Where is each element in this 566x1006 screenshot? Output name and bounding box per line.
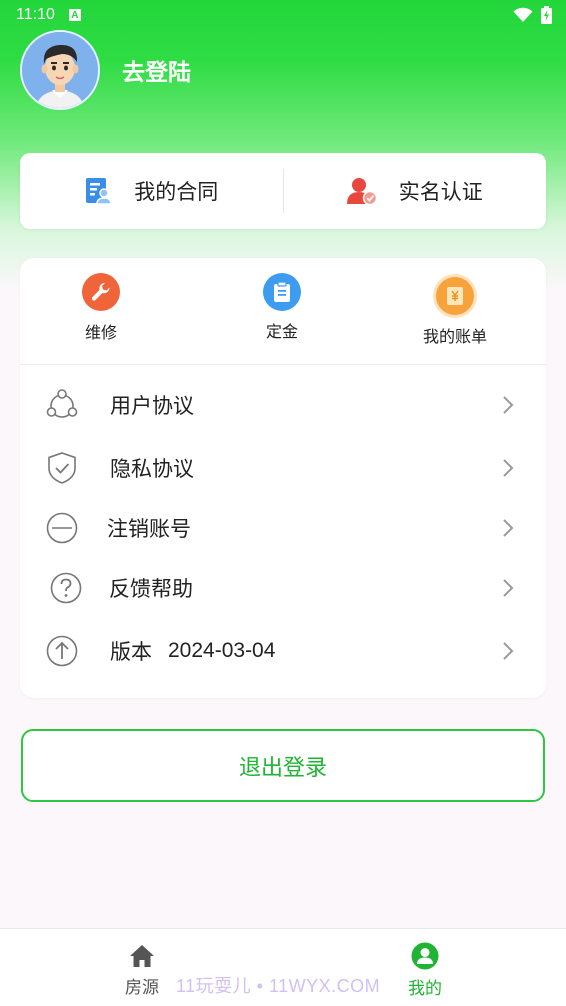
nav-label-mine: 我的 (408, 979, 442, 999)
chevron-right-icon (503, 579, 514, 597)
logout-button[interactable]: 退出登录 (21, 729, 545, 802)
avatar-illustration-icon (22, 32, 98, 108)
chevron-right-icon (503, 519, 514, 537)
repair-label: 维修 (84, 323, 117, 342)
menu-item-version[interactable]: 版本 2024-03-04 (20, 621, 546, 681)
menu-item-feedback-help[interactable]: 反馈帮助 (20, 558, 546, 618)
status-time: 11:10 (16, 6, 55, 23)
login-link[interactable]: 去登陆 (122, 53, 191, 87)
quick-actions-divider (20, 364, 546, 365)
version-value: 2024-03-04 (168, 639, 276, 662)
yen-bill-icon (436, 277, 474, 315)
user-circle-icon (411, 942, 439, 970)
notification-badge-icon: A (68, 9, 81, 21)
deposit-button[interactable]: 定金 (263, 273, 301, 342)
watermark: 11玩耍儿 • 11WYX.COM (176, 976, 381, 996)
nav-item-mine[interactable]: 我的 (385, 929, 465, 1006)
my-contract-button[interactable]: 我的合同 (20, 153, 283, 229)
shield-check-icon (44, 450, 80, 486)
nav-label-listings: 房源 (125, 978, 159, 998)
battery-icon (541, 6, 552, 24)
chevron-right-icon (503, 642, 514, 660)
avatar[interactable] (20, 30, 100, 110)
contract-icon (86, 178, 113, 205)
realname-auth-button[interactable]: 实名认证 (284, 153, 547, 229)
top-card: 我的合同 实名认证 (20, 153, 546, 229)
wifi-icon (513, 7, 533, 22)
privacy-agreement-label: 隐私协议 (110, 457, 194, 481)
user-verified-icon (346, 178, 377, 205)
wrench-icon (82, 273, 120, 311)
clipboard-icon (263, 273, 301, 311)
version-label: 版本 (110, 640, 152, 664)
deposit-label: 定金 (265, 322, 298, 341)
chevron-right-icon (503, 459, 514, 477)
status-bar: 11:10 A (0, 0, 566, 30)
my-bill-label: 我的账单 (423, 327, 488, 346)
my-bill-button[interactable]: 我的账单 (423, 277, 487, 347)
user-agreement-label: 用户协议 (110, 394, 194, 418)
cancel-account-label: 注销账号 (107, 517, 191, 541)
profile-header[interactable]: 去登陆 (20, 30, 191, 110)
arrow-up-circle-icon (44, 633, 80, 669)
my-contract-label: 我的合同 (134, 180, 219, 204)
menu-item-cancel-account[interactable]: 注销账号 (20, 498, 546, 558)
home-icon (130, 945, 154, 967)
chevron-right-icon (503, 396, 514, 414)
status-icons (513, 6, 552, 24)
menu-item-user-agreement[interactable]: 用户协议 (20, 375, 546, 435)
feedback-help-label: 反馈帮助 (109, 577, 193, 601)
realname-auth-label: 实名认证 (398, 180, 483, 204)
repair-button[interactable]: 维修 (82, 273, 120, 343)
menu-item-privacy-agreement[interactable]: 隐私协议 (20, 438, 546, 498)
minus-circle-icon (44, 510, 80, 546)
nav-item-listings[interactable]: 房源 (102, 929, 182, 1006)
main-card: 维修 定金 我的账单 用户协议 隐私协议 注销账号 反馈帮助 版本 2024-0… (20, 258, 546, 698)
question-circle-icon (48, 570, 84, 606)
quick-actions: 维修 定金 我的账单 (20, 258, 546, 364)
share-circle-icon (44, 387, 80, 423)
